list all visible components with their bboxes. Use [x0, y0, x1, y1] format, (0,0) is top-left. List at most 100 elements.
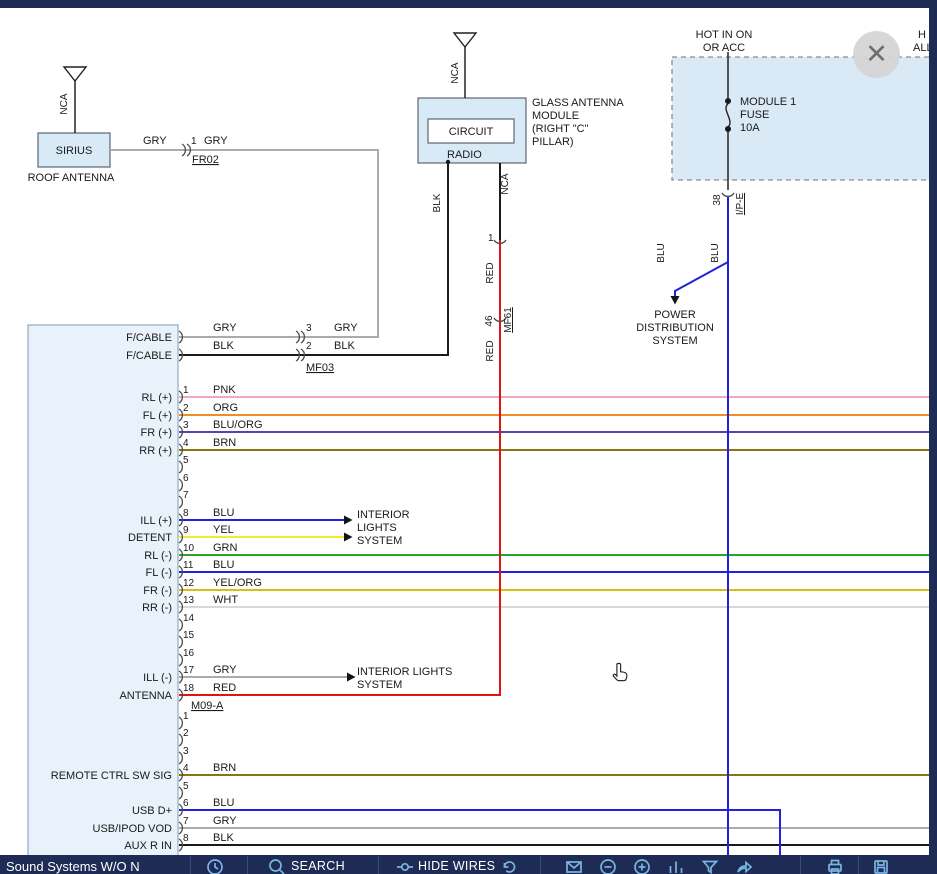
hide-wires-icon[interactable] — [396, 858, 414, 874]
pin-label: USB D+ — [132, 805, 172, 817]
nca-label: NCA — [500, 173, 511, 194]
wire-color-code: BLK — [213, 340, 234, 352]
power-dist-label: DISTRIBUTION — [636, 322, 714, 334]
pin-number: 46 — [484, 315, 495, 327]
pin-label: DETENT — [128, 532, 172, 544]
funnel-icon[interactable] — [701, 858, 719, 874]
wire-color-code: BLU — [213, 507, 234, 519]
undo-icon[interactable] — [500, 858, 518, 874]
pin-number: 5 — [183, 781, 189, 792]
top-bar — [0, 0, 937, 8]
toolbar-separator — [540, 856, 541, 874]
system-label: LIGHTS — [357, 522, 397, 534]
pin-label: FL (-) — [146, 567, 172, 579]
fuse-label: 10A — [740, 122, 760, 134]
close-button[interactable]: ✕ — [853, 31, 900, 78]
pin-number: 1 — [191, 136, 197, 147]
pin-arc — [179, 654, 182, 666]
toolbar-separator — [800, 856, 801, 874]
wire-color-code: GRY — [204, 135, 228, 147]
pin-number: 11 — [183, 560, 194, 571]
radio-label: RADIO — [447, 149, 482, 161]
hot-label: HOT IN ON — [696, 29, 753, 41]
chart-icon[interactable] — [667, 858, 685, 874]
save-icon[interactable] — [872, 858, 890, 874]
envelope-icon[interactable] — [565, 858, 583, 874]
pin-arc — [179, 619, 182, 631]
pin-arc — [722, 193, 734, 196]
printer-icon[interactable] — [826, 858, 844, 874]
wire-color-code: BLU — [710, 243, 721, 262]
wire-color-code: GRY — [143, 135, 167, 147]
pin-number: 13 — [183, 595, 195, 606]
wire-color-code: YEL/ORG — [213, 577, 262, 589]
right-scrollbar[interactable] — [929, 0, 937, 874]
wire-color-code: GRN — [213, 542, 238, 554]
pin-arc — [179, 752, 182, 764]
sirius-label: SIRIUS — [56, 145, 93, 157]
wire-color-code: YEL — [213, 524, 234, 536]
pin-arc — [179, 496, 182, 508]
share-icon[interactable] — [735, 858, 753, 874]
pin-number: 8 — [183, 833, 189, 844]
pin-arc — [179, 461, 182, 473]
arrow-interior-lights-2 — [344, 533, 353, 542]
toolbar-separator — [247, 856, 248, 874]
hide-wires-button[interactable]: HIDE WIRES — [418, 859, 495, 873]
system-label: SYSTEM — [357, 679, 402, 691]
pin-arc — [179, 734, 182, 746]
pin-number: 9 — [183, 525, 189, 536]
power-dist-label: SYSTEM — [652, 335, 697, 347]
fuse-label: FUSE — [740, 109, 769, 121]
toolbar-separator — [378, 856, 379, 874]
pin-number: 1 — [488, 233, 494, 244]
pin-label: FR (+) — [141, 427, 172, 439]
wire-color-code: BLK — [213, 832, 234, 844]
pin-label: RR (+) — [139, 445, 172, 457]
search-icon[interactable] — [268, 858, 286, 874]
fuse-block-box — [672, 57, 937, 180]
wire-color-code: GRY — [213, 815, 237, 827]
toolbar-separator — [190, 856, 191, 874]
wire-blu-branch — [675, 262, 728, 296]
toolbar-title[interactable]: Sound Systems W/O N — [6, 859, 140, 874]
wire-blu-usb — [179, 810, 780, 858]
connector-name: MF03 — [306, 362, 334, 374]
wire-gry-roof-antenna — [110, 150, 378, 337]
radio-unit-connector-box — [28, 325, 178, 874]
clock-icon[interactable] — [206, 858, 224, 874]
pin-label: REMOTE CTRL SW SIG — [51, 770, 172, 782]
pin-number: 3 — [183, 746, 189, 757]
wire-color-code: GRY — [213, 664, 237, 676]
arrow-interior-lights-1 — [344, 516, 353, 525]
pin-number: 15 — [183, 630, 195, 641]
bottom-toolbar: Sound Systems W/O N SEARCH HIDE WIRES — [0, 855, 929, 874]
pin-number: 38 — [712, 194, 723, 206]
power-dist-label: POWER — [654, 309, 696, 321]
wiring-diagram: NCA SIRIUS ROOF ANTENNA GRY 1 GRY FR02 F… — [0, 0, 937, 874]
wire-color-code: PNK — [213, 384, 236, 396]
wire-color-code: BLU — [656, 243, 667, 262]
pin-number: 8 — [183, 508, 189, 519]
pin-number: 1 — [183, 385, 189, 396]
pin-number: 5 — [183, 455, 189, 466]
pin-label: AUX R IN — [124, 840, 172, 852]
pin-number: 16 — [183, 648, 195, 659]
pin-number: 7 — [183, 490, 189, 501]
connector-name: FR02 — [192, 154, 219, 166]
pin-label: ILL (-) — [143, 672, 172, 684]
pin-number: 7 — [183, 816, 189, 827]
zoom-out-icon[interactable] — [599, 858, 617, 874]
close-icon: ✕ — [865, 39, 888, 70]
module-caption: MODULE — [532, 110, 579, 122]
zoom-in-icon[interactable] — [633, 858, 651, 874]
pin-number: 12 — [183, 578, 195, 589]
wire-color-code: BLU — [213, 559, 234, 571]
wire-color-code: BLK — [432, 193, 443, 212]
connector-name: MF61 — [503, 307, 514, 333]
search-button[interactable]: SEARCH — [291, 859, 345, 873]
hot-label: OR ACC — [703, 42, 745, 54]
wire-color-code: RED — [485, 340, 496, 361]
pin-arc — [179, 717, 182, 729]
pin-number: 2 — [306, 341, 312, 352]
